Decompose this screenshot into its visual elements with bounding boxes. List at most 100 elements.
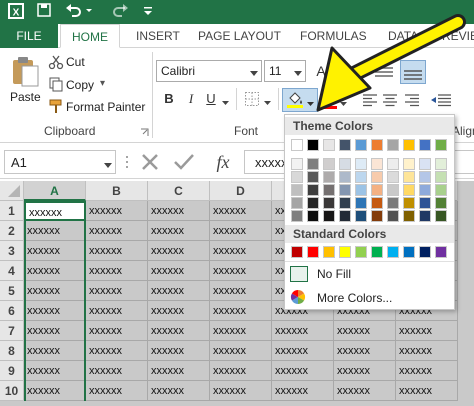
- row-header[interactable]: 4: [0, 261, 24, 281]
- theme-color-swatch[interactable]: [355, 210, 367, 222]
- italic-button[interactable]: I: [182, 90, 200, 108]
- theme-color-swatch[interactable]: [323, 184, 335, 196]
- theme-color-swatch[interactable]: [339, 139, 351, 151]
- theme-color-swatch[interactable]: [323, 197, 335, 209]
- cell[interactable]: xxxxxx: [86, 361, 148, 381]
- column-header[interactable]: C: [148, 181, 210, 201]
- cell[interactable]: xxxxxx: [210, 361, 272, 381]
- select-all-corner[interactable]: [0, 181, 24, 201]
- align-right-icon[interactable]: [404, 92, 420, 108]
- theme-color-swatch[interactable]: [355, 171, 367, 183]
- cell[interactable]: xxxxxx: [334, 341, 396, 361]
- undo-dropdown-icon[interactable]: [84, 2, 94, 22]
- chevron-down-icon[interactable]: [104, 158, 114, 168]
- cell[interactable]: xxxxxx: [396, 381, 458, 401]
- cell[interactable]: xxxxxx: [24, 241, 86, 261]
- cell[interactable]: xxxxxx: [148, 341, 210, 361]
- theme-color-swatch[interactable]: [371, 184, 383, 196]
- theme-color-swatch[interactable]: [403, 139, 415, 151]
- cell[interactable]: xxxxxx: [210, 201, 272, 221]
- theme-color-swatch[interactable]: [323, 158, 335, 170]
- theme-color-swatch[interactable]: [403, 197, 415, 209]
- cell[interactable]: xxxxxx: [24, 361, 86, 381]
- theme-color-swatch[interactable]: [291, 210, 303, 222]
- theme-color-swatch[interactable]: [435, 171, 447, 183]
- theme-color-swatch[interactable]: [419, 139, 431, 151]
- theme-color-swatch[interactable]: [323, 210, 335, 222]
- chevron-down-icon[interactable]: [307, 96, 315, 106]
- cell[interactable]: xxxxxx: [148, 261, 210, 281]
- row-header[interactable]: 3: [0, 241, 24, 261]
- cell[interactable]: xxxxxx: [86, 281, 148, 301]
- standard-color-swatch[interactable]: [371, 246, 383, 258]
- cell[interactable]: xxxxxx: [86, 201, 148, 221]
- active-cell[interactable]: xxxxxx: [24, 201, 86, 221]
- theme-color-swatch[interactable]: [387, 139, 399, 151]
- theme-color-swatch[interactable]: [387, 184, 399, 196]
- cancel-icon[interactable]: [138, 150, 164, 174]
- dialog-launcher-icon[interactable]: [140, 126, 150, 136]
- cell[interactable]: xxxxxx: [86, 341, 148, 361]
- tab-home[interactable]: HOME: [60, 24, 120, 48]
- cell[interactable]: xxxxxx: [24, 321, 86, 341]
- tab-page-layout[interactable]: PAGE LAYOUT: [198, 24, 281, 48]
- theme-color-swatch[interactable]: [387, 210, 399, 222]
- theme-color-swatch[interactable]: [387, 158, 399, 170]
- cell[interactable]: xxxxxx: [334, 361, 396, 381]
- standard-color-swatch[interactable]: [323, 246, 335, 258]
- theme-color-swatch[interactable]: [355, 197, 367, 209]
- underline-button[interactable]: U: [202, 90, 220, 108]
- row-header[interactable]: 1: [0, 201, 24, 221]
- redo-icon[interactable]: [110, 2, 130, 22]
- cell[interactable]: xxxxxx: [210, 261, 272, 281]
- name-box[interactable]: A1: [4, 150, 116, 174]
- paste-icon[interactable]: [10, 56, 40, 88]
- customize-qat-icon[interactable]: [138, 2, 158, 22]
- align-left-icon[interactable]: [362, 92, 378, 108]
- chevron-down-icon[interactable]: [340, 96, 348, 106]
- theme-color-swatch[interactable]: [339, 210, 351, 222]
- theme-color-swatch[interactable]: [419, 171, 431, 183]
- standard-color-swatch[interactable]: [387, 246, 399, 258]
- theme-color-swatch[interactable]: [291, 158, 303, 170]
- cell[interactable]: xxxxxx: [272, 361, 334, 381]
- tab-formulas[interactable]: FORMULAS: [300, 24, 367, 48]
- cell[interactable]: xxxxxx: [148, 241, 210, 261]
- theme-color-swatch[interactable]: [435, 184, 447, 196]
- theme-color-swatch[interactable]: [403, 171, 415, 183]
- row-header[interactable]: 7: [0, 321, 24, 341]
- theme-color-swatch[interactable]: [419, 158, 431, 170]
- cell[interactable]: xxxxxx: [396, 341, 458, 361]
- theme-color-swatch[interactable]: [355, 184, 367, 196]
- standard-color-swatch[interactable]: [339, 246, 351, 258]
- cell[interactable]: xxxxxx: [210, 321, 272, 341]
- row-header[interactable]: 9: [0, 361, 24, 381]
- column-header[interactable]: D: [210, 181, 272, 201]
- column-header[interactable]: B: [86, 181, 148, 201]
- cell[interactable]: xxxxxx: [86, 321, 148, 341]
- theme-color-swatch[interactable]: [435, 139, 447, 151]
- grow-font-button[interactable]: A: [312, 62, 330, 80]
- theme-color-swatch[interactable]: [291, 184, 303, 196]
- paint-bucket-icon[interactable]: [286, 90, 304, 108]
- more-colors-item[interactable]: More Colors...: [287, 287, 452, 309]
- theme-color-swatch[interactable]: [387, 197, 399, 209]
- cell[interactable]: xxxxxx: [148, 221, 210, 241]
- tab-review[interactable]: REVIE: [442, 24, 474, 48]
- theme-color-swatch[interactable]: [371, 158, 383, 170]
- standard-color-swatch[interactable]: [307, 246, 319, 258]
- theme-color-swatch[interactable]: [339, 184, 351, 196]
- theme-color-swatch[interactable]: [371, 139, 383, 151]
- row-header[interactable]: 10: [0, 381, 24, 401]
- align-center-icon[interactable]: [382, 92, 398, 108]
- copy-icon[interactable]: [48, 76, 64, 92]
- chevron-down-icon[interactable]: [294, 66, 304, 76]
- align-bottom-button[interactable]: [400, 60, 426, 84]
- undo-icon[interactable]: [64, 2, 84, 22]
- copy-button[interactable]: Copy: [66, 78, 94, 92]
- theme-color-swatch[interactable]: [419, 210, 431, 222]
- theme-color-swatch[interactable]: [291, 139, 303, 151]
- cell[interactable]: xxxxxx: [148, 361, 210, 381]
- borders-icon[interactable]: [244, 91, 260, 107]
- row-header[interactable]: 2: [0, 221, 24, 241]
